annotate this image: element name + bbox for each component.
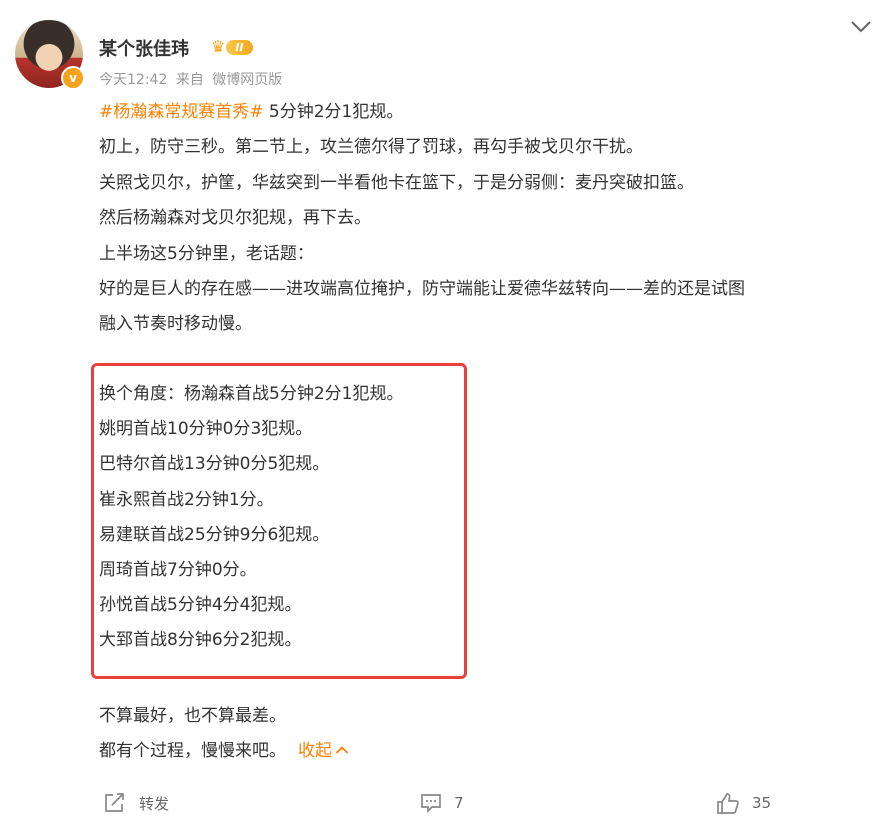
post-body: #杨瀚森常规赛首秀# 5分钟2分1犯规。 初上，防守三秒。第二节上，攻兰德尔得了…	[99, 95, 869, 343]
action-bar: 转发 7 35	[0, 787, 886, 819]
comment-icon	[421, 794, 441, 814]
like-count: 35	[752, 794, 772, 812]
closing-last-line: 都有个过程，慢慢来吧。	[99, 741, 286, 762]
closing-text: 不算最好，也不算最差。 都有个过程，慢慢来吧。 收起	[99, 699, 349, 770]
post-line: 不算最好，也不算最差。	[99, 706, 286, 726]
comparison-line: 孙悦首战5分钟4分4犯规。	[99, 595, 302, 616]
chevron-up-icon	[335, 746, 349, 755]
post-line: 融入节奏时移动慢。	[99, 314, 252, 335]
post-time[interactable]: 今天12:42	[99, 72, 167, 88]
comment-button[interactable]: 7	[420, 787, 464, 819]
username[interactable]: 某个张佳玮	[99, 35, 189, 61]
comparison-list: 换个角度：杨瀚森首战5分钟2分1犯规。 姚明首战10分钟0分3犯规。 巴特尔首战…	[99, 377, 403, 659]
post-source: 微博网页版	[212, 72, 283, 88]
comparison-line: 易建联首战25分钟9分6犯规。	[99, 524, 330, 545]
comparison-line: 崔永熙首战2分钟1分。	[99, 489, 274, 510]
comparison-line: 大郅首战8分钟6分2犯规。	[99, 630, 302, 651]
collapse-link[interactable]: 收起	[298, 741, 349, 761]
post-meta: 今天12:42 来自 微博网页版	[99, 69, 286, 89]
chevron-down-icon[interactable]	[850, 20, 872, 34]
repost-label: 转发	[139, 794, 170, 813]
headline-text: 5分钟2分1犯规。	[263, 102, 404, 122]
vip-crown-icon: ♛	[211, 37, 226, 56]
repost-button[interactable]: 转发	[103, 787, 169, 819]
hashtag-link[interactable]: #杨瀚森常规赛首秀#	[99, 102, 264, 122]
post-line: 初上，防守三秒。第二节上，攻兰德尔得了罚球，再勾手被戈贝尔干扰。	[99, 137, 643, 158]
post-line: 然后杨瀚森对戈贝尔犯规，再下去。	[99, 208, 371, 229]
comparison-line: 周琦首战7分钟0分。	[99, 560, 257, 581]
avatar[interactable]: v	[15, 20, 85, 90]
post-line: 上半场这5分钟里，老话题：	[99, 243, 314, 264]
comparison-line: 巴特尔首战13分钟0分5犯规。	[99, 454, 330, 475]
like-button[interactable]: 35	[716, 787, 771, 819]
post-line: 好的是巨人的存在感——进攻端高位掩护，防守端能让爱德华兹转向——差的还是试图	[99, 279, 745, 300]
repost-icon	[105, 793, 124, 812]
comparison-line: 换个角度：杨瀚森首战5分钟2分1犯规。	[99, 384, 404, 404]
comment-count: 7	[454, 794, 464, 812]
vip-level: II	[226, 39, 253, 55]
like-icon	[717, 792, 739, 814]
post-line: 都有个过程，慢慢来吧。 收起	[99, 734, 349, 769]
post-headline: #杨瀚森常规赛首秀# 5分钟2分1犯规。	[99, 95, 869, 130]
collapse-label: 收起	[298, 741, 332, 762]
post-line: 关照戈贝尔，护筐，华兹突到一半看他卡在篮下，于是分弱侧：麦丹突破扣篮。	[99, 172, 694, 193]
comparison-line: 姚明首战10分钟0分3犯规。	[99, 419, 313, 440]
vip-badge[interactable]: ♛ II	[211, 37, 253, 57]
source-prefix: 来自	[175, 72, 204, 88]
verified-icon: v	[61, 66, 85, 90]
